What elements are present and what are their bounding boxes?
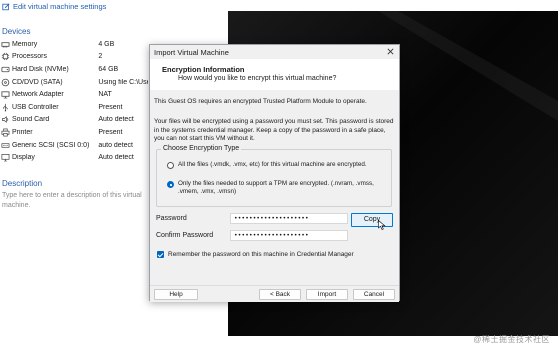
device-row-generic-scsi[interactable]: Generic SCSI (SCSI 0:0) auto detect <box>0 139 148 152</box>
dialog-titlebar[interactable]: Import Virtual Machine <box>150 45 399 60</box>
edit-settings-link[interactable]: Edit virtual machine settings <box>2 2 106 11</box>
explanation-text: Your files will be encrypted using a pas… <box>154 118 394 142</box>
device-name: Sound Card <box>11 116 50 124</box>
sound-card-icon <box>1 116 9 124</box>
intro-text: This Guest OS requires an encrypted Trus… <box>154 98 367 105</box>
processor-icon <box>1 53 10 61</box>
device-value: Auto detect <box>98 116 134 124</box>
watermark: @稀土掘金技术社区 <box>473 335 550 344</box>
device-row-memory[interactable]: Memory 4 GB <box>0 38 148 51</box>
edit-settings-icon <box>2 2 10 10</box>
import-button[interactable]: Import <box>306 289 348 300</box>
device-value: 64 GB <box>98 65 119 73</box>
copy-button[interactable]: Copy <box>351 213 393 227</box>
device-name: Printer <box>11 128 33 136</box>
device-value: Present <box>98 103 123 111</box>
option-tpm-files[interactable]: Only the files needed to support a TPM a… <box>167 180 383 196</box>
device-row-cd-dvd[interactable]: CD/DVD (SATA) Using file C:\Use <box>0 76 148 89</box>
usb-icon <box>3 103 8 112</box>
cancel-button[interactable]: Cancel <box>353 289 395 300</box>
cd-dvd-icon <box>1 78 10 86</box>
dialog-footer: Help < Back Import Cancel <box>150 285 399 302</box>
device-name: CD/DVD (SATA) <box>11 78 63 86</box>
device-row-display[interactable]: Display Auto detect <box>0 151 148 164</box>
device-value: 4 GB <box>98 40 115 48</box>
remember-checkbox[interactable] <box>157 251 164 258</box>
hard-disk-icon <box>1 66 10 73</box>
help-button[interactable]: Help <box>154 289 198 300</box>
radio-button-selected[interactable] <box>167 181 174 188</box>
printer-icon <box>1 128 10 137</box>
device-row-printer[interactable]: Printer Present <box>0 126 148 139</box>
password-label: Password <box>156 215 187 222</box>
device-name: Network Adapter <box>11 91 64 99</box>
group-label: Choose Encryption Type <box>161 145 242 152</box>
option-label: All the files (.vmdk, .vmx, etc) for thi… <box>178 161 367 168</box>
edit-settings-label: Edit virtual machine settings <box>13 2 107 11</box>
device-name: Memory <box>11 40 38 48</box>
device-row-network-adapter[interactable]: Network Adapter NAT <box>0 88 148 101</box>
encryption-type-group: Choose Encryption Type All the files (.v… <box>156 145 392 207</box>
confirm-password-field[interactable]: •••••••••••••••••••• <box>230 230 348 241</box>
device-value: Present <box>98 128 123 136</box>
remember-password-option[interactable]: Remember the password on this machine in… <box>157 251 354 258</box>
description-field[interactable]: Type here to enter a description of this… <box>2 191 147 211</box>
scsi-icon <box>1 142 10 148</box>
device-name: Generic SCSI (SCSI 0:0) <box>11 141 90 149</box>
device-value: auto detect <box>98 141 133 149</box>
remember-label: Remember the password on this machine in… <box>168 251 354 258</box>
device-value: Auto detect <box>98 154 134 162</box>
header-subtitle: How would you like to encrypt this virtu… <box>178 75 337 82</box>
confirm-password-label: Confirm Password <box>156 232 214 239</box>
option-all-files[interactable]: All the files (.vmdk, .vmx, etc) for thi… <box>167 161 383 169</box>
device-list: Memory 4 GB Processors 2 Hard Disk (NVMe… <box>0 38 148 164</box>
device-name: Hard Disk (NVMe) <box>11 65 69 73</box>
close-icon[interactable] <box>386 47 395 56</box>
device-value: NAT <box>98 91 112 99</box>
option-label: Only the files needed to support a TPM a… <box>178 180 374 195</box>
device-value: 2 <box>98 53 103 61</box>
memory-icon <box>1 42 10 48</box>
device-value: Using file C:\Use <box>98 78 148 86</box>
back-button[interactable]: < Back <box>259 289 301 300</box>
dialog-body: This Guest OS requires an encrypted Trus… <box>150 90 399 285</box>
network-adapter-icon <box>1 91 10 99</box>
header-title: Encryption Information <box>162 65 245 74</box>
mouse-cursor-icon <box>378 220 386 230</box>
radio-button[interactable] <box>167 162 174 169</box>
import-vm-dialog: Import Virtual Machine Encryption Inform… <box>149 44 400 302</box>
dialog-title: Import Virtual Machine <box>154 48 229 57</box>
device-row-processors[interactable]: Processors 2 <box>0 51 148 64</box>
device-name: USB Controller <box>11 103 59 111</box>
description-title: Description <box>2 179 43 188</box>
device-row-usb-controller[interactable]: USB Controller Present <box>0 101 148 114</box>
devices-title: Devices <box>2 27 31 36</box>
device-row-hard-disk[interactable]: Hard Disk (NVMe) 64 GB <box>0 63 148 76</box>
device-name: Processors <box>11 53 47 61</box>
device-name: Display <box>11 154 35 162</box>
password-field[interactable]: •••••••••••••••••••• <box>230 213 348 224</box>
display-icon <box>1 154 10 162</box>
dialog-header: Encryption Information How would you lik… <box>150 59 399 91</box>
device-row-sound-card[interactable]: Sound Card Auto detect <box>0 114 148 127</box>
